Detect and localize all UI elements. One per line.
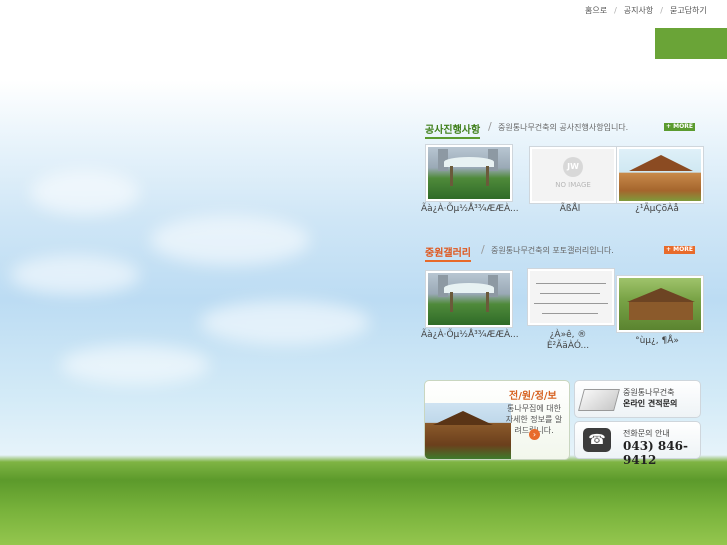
construction-caption-1[interactable]: Ãà¿À·Õµ½Å³¾ÆÆÀ... — [421, 204, 519, 215]
telephone-icon: ☎ — [583, 428, 611, 452]
cloud — [10, 255, 140, 295]
top-navigation: 홈으로 / 공지사항 / 묻고답하기 — [585, 5, 707, 16]
garden-info-banner[interactable]: 전/원/정/보 통나무집에 대한 자세한 정보를 알려드립니다. › — [424, 380, 570, 460]
sketch-image — [530, 271, 612, 323]
title-slash: / — [488, 120, 492, 133]
title-slash: / — [481, 243, 485, 256]
nav-separator: / — [660, 6, 663, 15]
sky-grass-background — [0, 0, 727, 545]
construction-title[interactable]: 공사진행사항 — [425, 121, 481, 139]
gallery-thumb-3[interactable] — [616, 275, 704, 333]
cloud — [150, 215, 310, 265]
gazebo-image — [619, 278, 701, 330]
pavilion-image — [428, 147, 510, 199]
construction-caption-3[interactable]: ¿¹ÃµÇõÀå — [612, 204, 702, 215]
top-green-banner — [655, 28, 727, 59]
estimate-line2: 온라인 견적문의 — [623, 399, 678, 408]
gallery-caption-1[interactable]: Ãà¿À·Õµ½Å³¾ÆÆÀ... — [421, 330, 519, 341]
construction-thumb-2[interactable]: JW NO IMAGE — [529, 146, 617, 204]
nav-separator: / — [614, 6, 617, 15]
estimate-line1: 중원통나무건축 — [623, 388, 675, 397]
nav-link-home[interactable]: 홈으로 — [585, 6, 607, 15]
nav-link-notice[interactable]: 공지사항 — [624, 6, 653, 15]
book-icon — [578, 389, 620, 411]
cloud — [200, 300, 370, 345]
gallery-caption-2[interactable]: ¿À»ê, ® È²ÃäÀÓ... — [523, 330, 613, 352]
construction-more-button[interactable]: + MORE — [664, 123, 695, 131]
arrow-right-icon[interactable]: › — [529, 429, 540, 440]
gallery-description: 중원통나무건축의 포토갤러리입니다. — [491, 246, 614, 255]
phone-label: 전화문의 안내 — [623, 429, 670, 438]
construction-caption-2[interactable]: ÃßÅl — [525, 204, 615, 215]
no-image-placeholder: JW NO IMAGE — [532, 149, 614, 201]
phone-number: 043) 846-9412 — [623, 439, 688, 467]
log-house-image — [425, 403, 511, 459]
gallery-more-button[interactable]: + MORE — [664, 246, 695, 254]
gallery-title[interactable]: 중원갤러리 — [425, 244, 471, 262]
cloud — [60, 345, 210, 385]
gallery-section-header: 중원갤러리 / 중원통나무건축의 포토갤러리입니다. + MORE — [425, 243, 695, 262]
construction-section-header: 공사진행사항 / 중원통나무건축의 공사진행사항입니다. + MORE — [425, 120, 695, 139]
cloud — [30, 170, 140, 215]
nav-link-qna[interactable]: 묻고답하기 — [670, 6, 707, 15]
gallery-thumb-1[interactable] — [425, 270, 513, 328]
gallery-thumb-2[interactable] — [527, 268, 615, 326]
online-estimate-button[interactable]: 중원통나무건축 온라인 견적문의 — [574, 380, 701, 418]
cabin-image — [619, 149, 701, 201]
no-image-logo-icon: JW — [563, 157, 583, 177]
phone-inquiry-box: ☎ 전화문의 안내 043) 846-9412 — [574, 421, 701, 467]
info-title: 전/원/정/보 — [509, 391, 557, 402]
construction-thumb-3[interactable] — [616, 146, 704, 204]
construction-description: 중원통나무건축의 공사진행사항입니다. — [498, 123, 629, 132]
pavilion-image — [428, 273, 510, 325]
construction-thumb-1[interactable] — [425, 144, 513, 202]
gallery-caption-3[interactable]: °ùµ¿, ¶Å» — [612, 336, 702, 347]
